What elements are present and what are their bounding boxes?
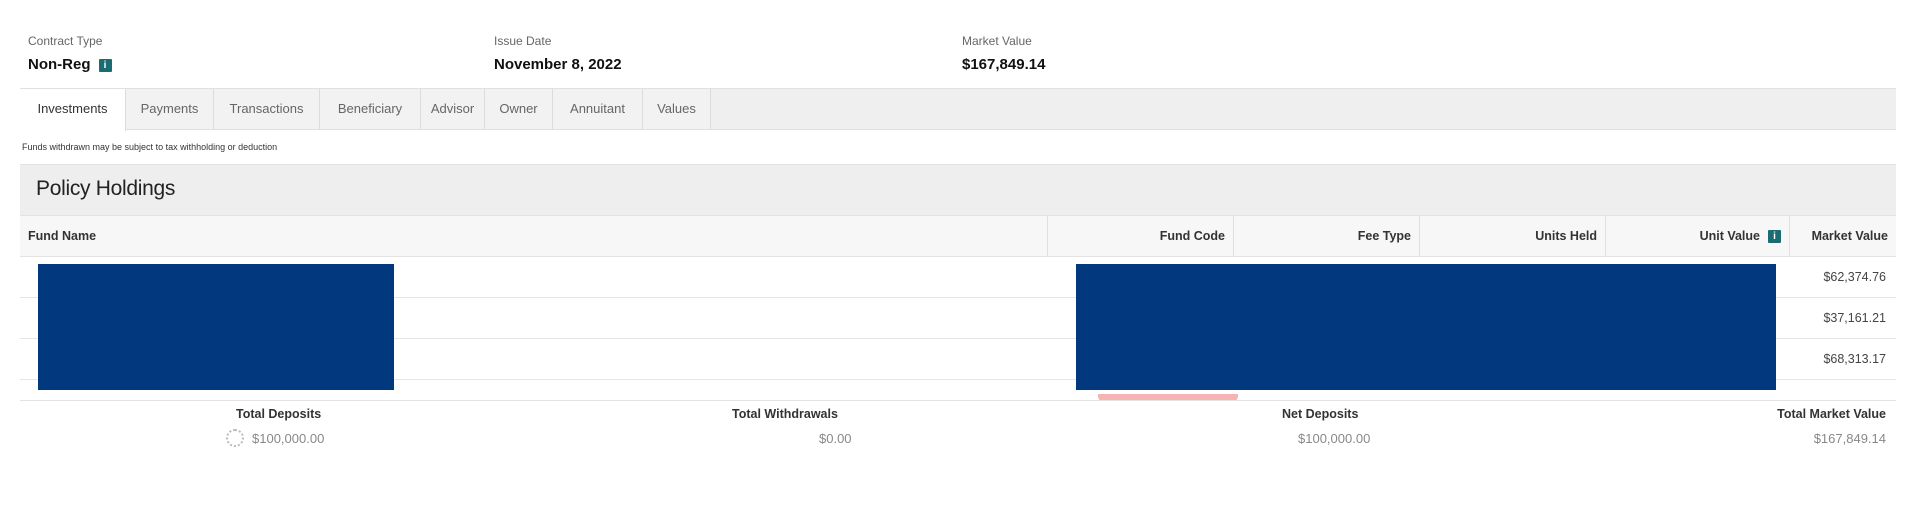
column-unit-value-label: Unit Value [1699,229,1760,243]
net-deposits-value: $100,000.00 [1298,431,1371,446]
tab-transactions[interactable]: Transactions [214,89,320,129]
tab-investments[interactable]: Investments [20,89,126,131]
column-unit-value[interactable]: Unit Value i [1606,216,1790,256]
tab-values[interactable]: Values [643,89,711,129]
loading-spinner-icon [226,429,244,447]
row-market-value: $68,313.17 [1823,352,1886,366]
redacted-fund-names [38,264,394,390]
contract-type-value: Non-Reg [28,56,91,73]
tab-owner[interactable]: Owner [485,89,553,129]
holdings-table-header: Fund Name Fund Code Fee Type Units Held … [20,216,1896,257]
total-market-value-value: $167,849.14 [1813,431,1886,446]
info-icon[interactable]: i [98,58,112,72]
total-withdrawals-value: $0.00 [819,431,852,446]
column-fee-type[interactable]: Fee Type [1234,216,1420,256]
row-market-value: $62,374.76 [1823,270,1886,284]
contract-type-label: Contract Type [28,34,103,48]
column-fund-name[interactable]: Fund Name [20,216,1048,256]
issue-date-value: November 8, 2022 [494,56,622,73]
total-deposits-label: Total Deposits [236,407,322,421]
policy-holdings-header: Policy Holdings [20,164,1896,216]
tax-notice: Funds withdrawn may be subject to tax wi… [22,142,278,152]
market-value-label: Market Value [962,34,1032,48]
tab-annuitant[interactable]: Annuitant [553,89,643,129]
tab-bar: Investments Payments Transactions Benefi… [20,88,1896,131]
policy-holdings-title: Policy Holdings [36,177,176,200]
redacted-fund-details [1076,264,1776,390]
contract-panel: Contract Type Non-Reg i Issue Date Novemb… [20,24,1896,457]
info-icon[interactable]: i [1768,230,1781,244]
total-withdrawals-label: Total Withdrawals [732,407,838,421]
issue-date-label: Issue Date [494,34,552,48]
tab-payments[interactable]: Payments [126,89,214,129]
market-value-value: $167,849.14 [962,56,1046,73]
tab-beneficiary[interactable]: Beneficiary [320,89,421,129]
tab-advisor[interactable]: Advisor [421,89,485,129]
net-deposits-label: Net Deposits [1282,407,1359,421]
column-market-value[interactable]: Market Value [1790,216,1896,256]
contract-type-value-wrap: Non-Reg i [28,56,112,73]
total-deposits-value: $100,000.00 [252,431,325,446]
column-units-held[interactable]: Units Held [1420,216,1606,256]
total-market-value-label: Total Market Value [1777,407,1886,421]
totals-bar: Total Deposits $100,000.00 Total Withdra… [20,400,1896,457]
row-market-value: $37,161.21 [1823,311,1886,325]
column-fund-code[interactable]: Fund Code [1048,216,1234,256]
